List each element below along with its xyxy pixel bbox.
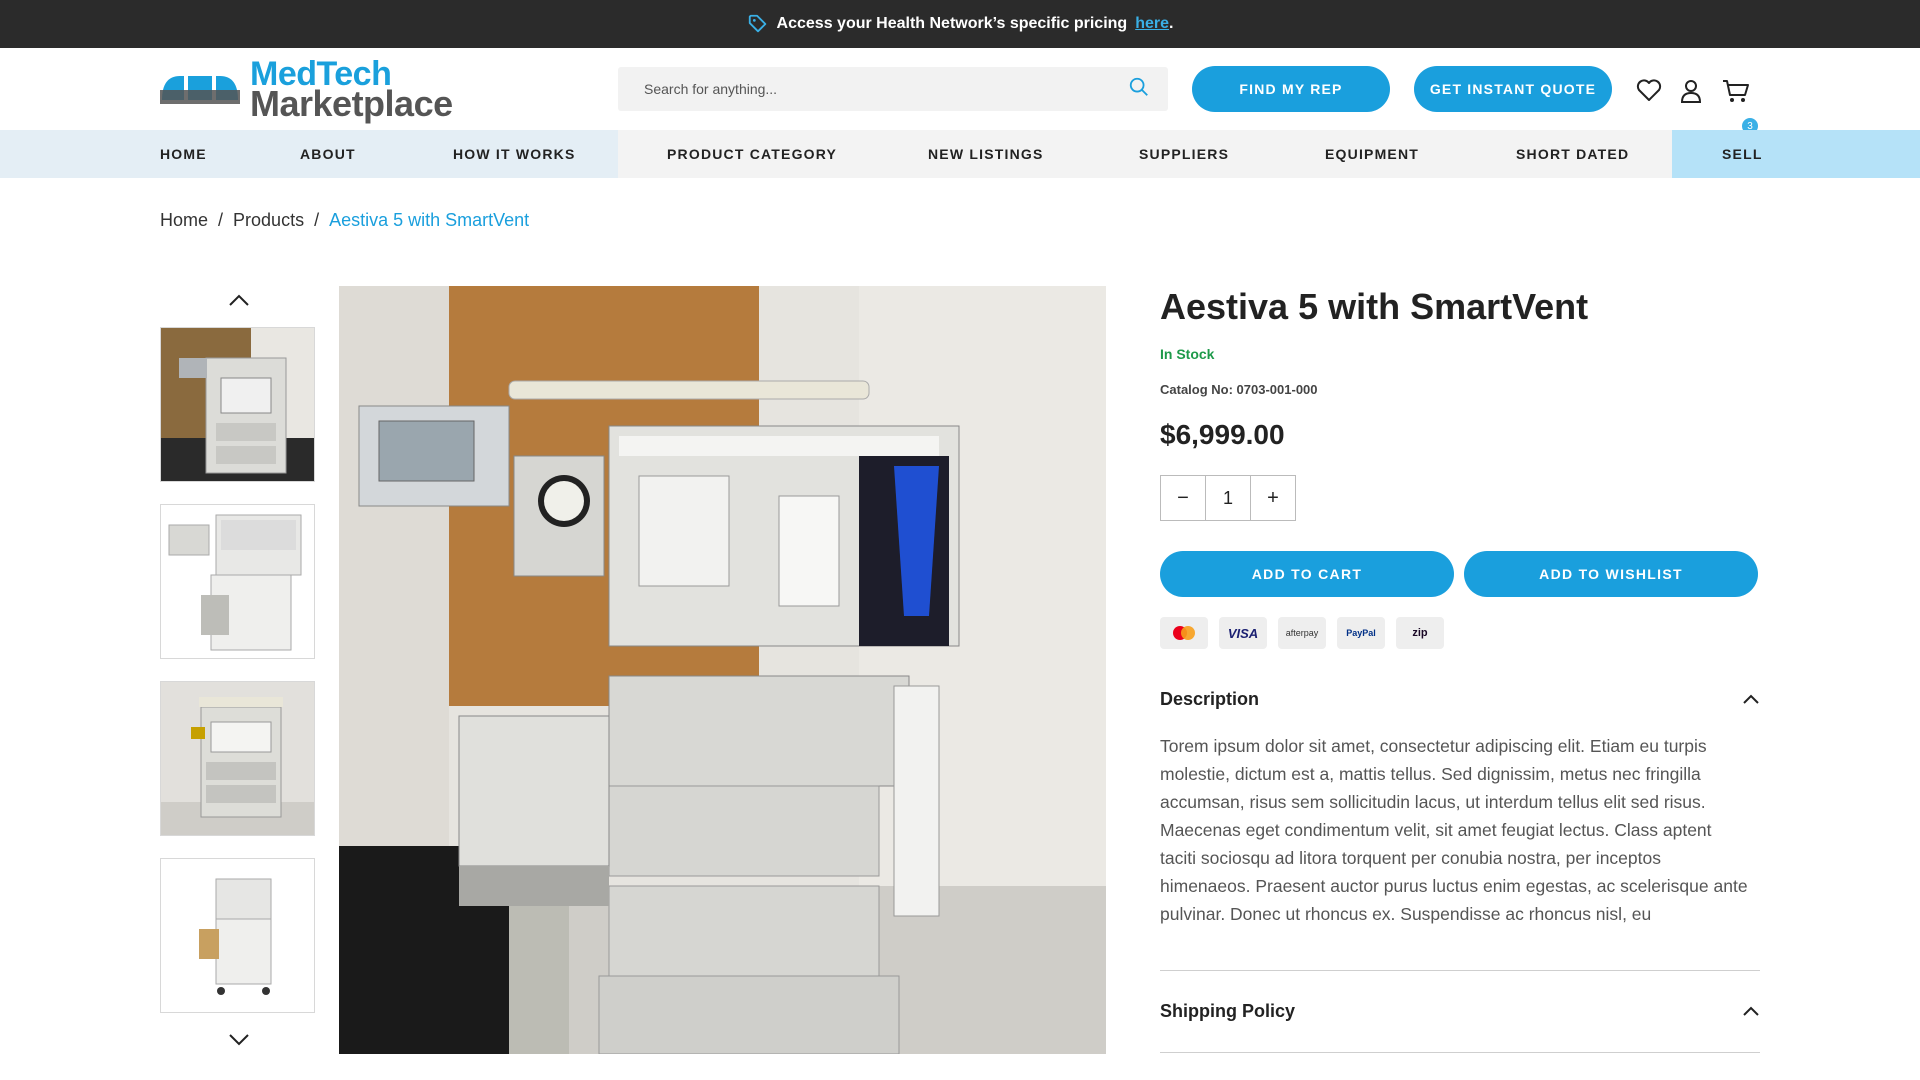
breadcrumb-current: Aestiva 5 with SmartVent	[329, 210, 530, 230]
chevron-down-icon[interactable]	[224, 1030, 254, 1050]
breadcrumb: Home / Products / Aestiva 5 with SmartVe…	[160, 210, 529, 231]
promo-end: .	[1168, 15, 1174, 32]
search-icon[interactable]	[1128, 76, 1150, 103]
catalog-number: Catalog No: 0703-001-000	[1160, 382, 1318, 397]
heart-icon[interactable]	[1636, 78, 1662, 107]
divider	[1160, 970, 1760, 971]
product-info: Aestiva 5 with SmartVent In Stock Catalo…	[1160, 286, 1760, 1053]
chevron-up-icon[interactable]	[1742, 1001, 1760, 1022]
user-icon[interactable]	[1680, 78, 1702, 109]
cart-icon[interactable]	[1722, 78, 1750, 109]
logo-line-2: Marketplace	[250, 83, 453, 124]
quantity-value[interactable]: 1	[1205, 476, 1251, 520]
stock-status: In Stock	[1160, 346, 1215, 362]
mastercard-icon	[1160, 617, 1208, 649]
product-thumbnail[interactable]	[160, 504, 315, 659]
breadcrumb-products[interactable]: Products	[233, 210, 304, 231]
nav-product-category[interactable]: PRODUCT CATEGORY	[667, 130, 837, 178]
find-my-rep-button[interactable]: FIND MY REP	[1192, 66, 1390, 112]
zip-icon: zip	[1396, 617, 1444, 649]
quantity-decrease-button[interactable]: −	[1161, 476, 1205, 520]
main-nav: HOME ABOUT HOW IT WORKS PRODUCT CATEGORY…	[0, 130, 1920, 178]
breadcrumb-separator: /	[218, 210, 224, 230]
product-price: $6,999.00	[1160, 419, 1285, 450]
search-box	[618, 67, 1168, 111]
product-thumbnail[interactable]	[160, 327, 315, 482]
promo-link[interactable]: here	[1135, 15, 1169, 32]
description-body: Torem ipsum dolor sit amet, consectetur …	[1160, 736, 1748, 924]
quantity-increase-button[interactable]: +	[1251, 476, 1295, 520]
logo-mark-icon	[160, 70, 240, 109]
divider	[1160, 1052, 1760, 1053]
nav-equipment[interactable]: EQUIPMENT	[1325, 130, 1419, 178]
product-main-image[interactable]	[339, 286, 1106, 1054]
description-title: Description	[1160, 689, 1260, 709]
logo[interactable]: MedTech Marketplace	[160, 57, 620, 124]
promo-text: Access your Health Network’s specific pr…	[776, 15, 1128, 32]
add-to-cart-button[interactable]: ADD TO CART	[1160, 551, 1454, 597]
nav-about[interactable]: ABOUT	[300, 130, 356, 178]
nav-new-listings[interactable]: NEW LISTINGS	[928, 130, 1044, 178]
site-header: MedTech Marketplace FIND MY REP GET INST…	[0, 48, 1920, 134]
nav-sell[interactable]: SELL	[1722, 130, 1763, 178]
nav-home[interactable]: HOME	[160, 130, 207, 178]
shipping-accordion-header[interactable]: Shipping Policy	[1160, 1001, 1760, 1022]
afterpay-icon: afterpay	[1278, 617, 1326, 649]
breadcrumb-home[interactable]: Home	[160, 210, 208, 231]
chevron-up-icon[interactable]	[224, 290, 254, 310]
shipping-title: Shipping Policy	[1160, 1001, 1296, 1021]
tag-icon	[747, 13, 769, 35]
product-title: Aestiva 5 with SmartVent	[1160, 286, 1589, 327]
nav-short-dated[interactable]: SHORT DATED	[1516, 130, 1629, 178]
nav-how-it-works[interactable]: HOW IT WORKS	[453, 130, 576, 178]
visa-icon: VISA	[1219, 617, 1267, 649]
payment-methods: VISA afterpay PayPal zip	[1160, 617, 1760, 649]
description-accordion-header[interactable]: Description	[1160, 689, 1760, 710]
search-input[interactable]	[644, 81, 1094, 97]
add-to-wishlist-button[interactable]: ADD TO WISHLIST	[1464, 551, 1758, 597]
quantity-stepper: − 1 +	[1160, 475, 1296, 521]
product-thumbnail[interactable]	[160, 681, 315, 836]
product-thumbnail[interactable]	[160, 858, 315, 1013]
promo-bar: Access your Health Network’s specific pr…	[0, 0, 1920, 48]
breadcrumb-separator: /	[314, 210, 320, 230]
nav-suppliers[interactable]: SUPPLIERS	[1139, 130, 1229, 178]
paypal-icon: PayPal	[1337, 617, 1385, 649]
get-instant-quote-button[interactable]: GET INSTANT QUOTE	[1414, 66, 1612, 112]
chevron-up-icon[interactable]	[1742, 689, 1760, 710]
